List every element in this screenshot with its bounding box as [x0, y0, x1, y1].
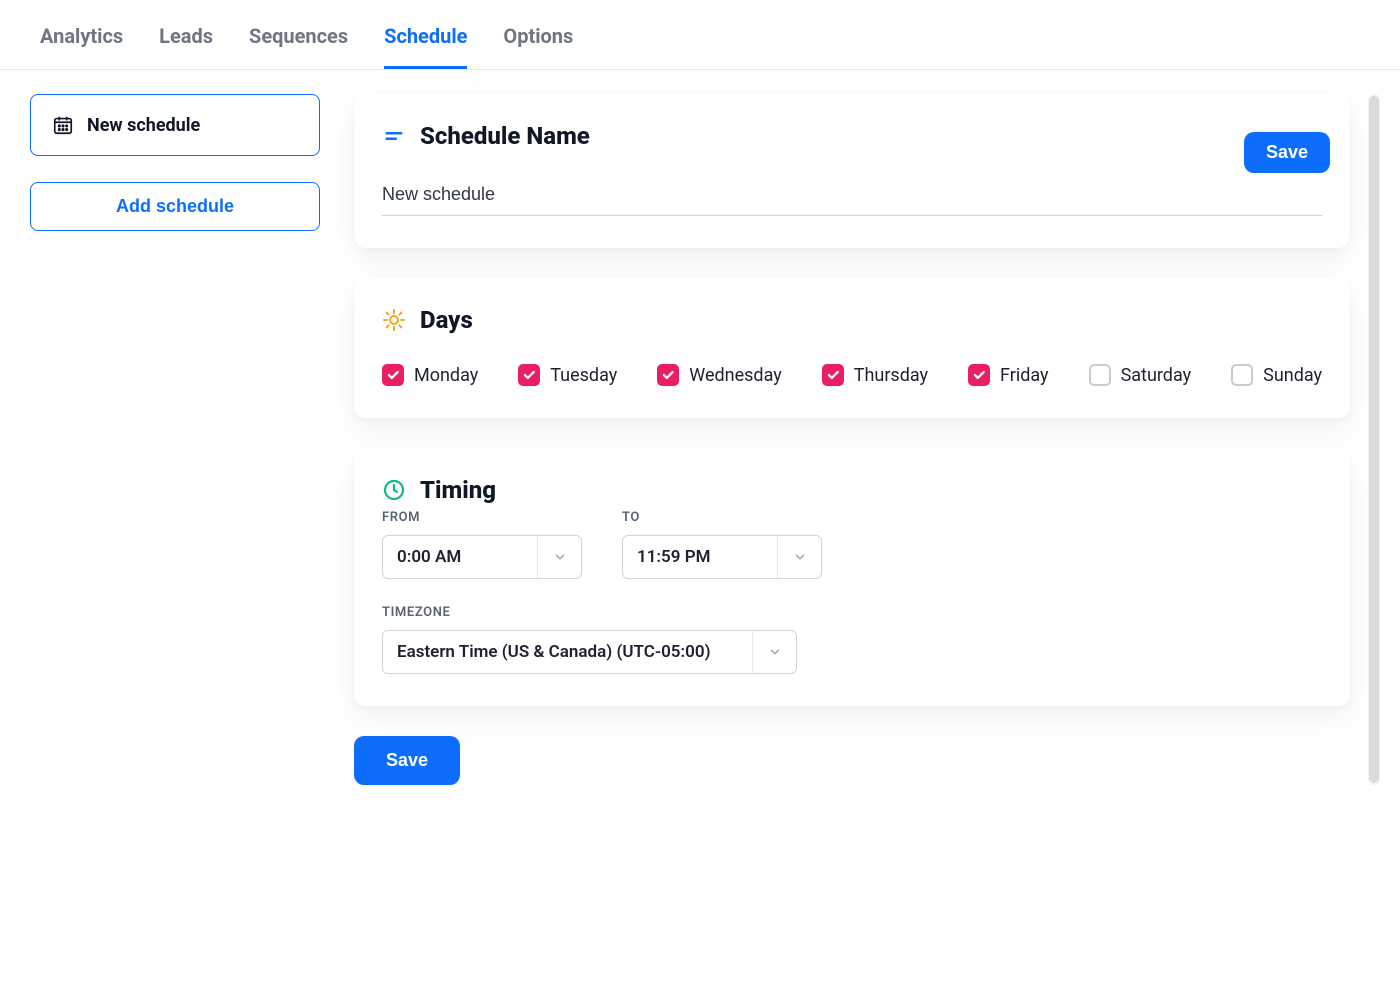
tab-analytics[interactable]: Analytics	[40, 24, 123, 69]
timezone-select[interactable]: Eastern Time (US & Canada) (UTC-05:00)	[382, 630, 797, 674]
scrollbar-thumb[interactable]	[1369, 96, 1379, 783]
to-select[interactable]: 11:59 PM	[622, 535, 822, 579]
day-label: Tuesday	[550, 365, 617, 386]
day-tuesday[interactable]: Tuesday	[518, 364, 617, 386]
day-label: Friday	[1000, 365, 1049, 386]
checkbox-icon	[1089, 364, 1111, 386]
day-wednesday[interactable]: Wednesday	[657, 364, 782, 386]
clock-icon	[382, 478, 406, 502]
add-schedule-button[interactable]: Add schedule	[30, 182, 320, 231]
chevron-down-icon	[752, 631, 796, 673]
schedule-name-input[interactable]	[382, 150, 1322, 216]
to-label: TO	[622, 510, 822, 525]
checkbox-icon	[822, 364, 844, 386]
day-label: Saturday	[1121, 365, 1192, 386]
timing-card: Timing FROM 0:00 AM TO	[354, 448, 1350, 706]
to-value: 11:59 PM	[623, 547, 777, 567]
checkbox-icon	[518, 364, 540, 386]
day-thursday[interactable]: Thursday	[822, 364, 928, 386]
days-card: Days Monday Tuesday	[354, 278, 1350, 418]
main-content: Save Schedule Name	[354, 94, 1350, 785]
days-row: Monday Tuesday Wednesday	[382, 364, 1322, 386]
schedule-name-title: Schedule Name	[420, 122, 590, 150]
day-label: Monday	[414, 365, 478, 386]
day-label: Wednesday	[689, 365, 782, 386]
day-saturday[interactable]: Saturday	[1089, 364, 1192, 386]
from-select[interactable]: 0:00 AM	[382, 535, 582, 579]
day-sunday[interactable]: Sunday	[1231, 364, 1322, 386]
timing-title: Timing	[420, 476, 496, 504]
from-value: 0:00 AM	[383, 547, 537, 567]
sun-icon	[382, 308, 406, 332]
checkbox-icon	[382, 364, 404, 386]
day-monday[interactable]: Monday	[382, 364, 478, 386]
calendar-icon	[51, 113, 75, 137]
timezone-field: TIMEZONE Eastern Time (US & Canada) (UTC…	[382, 605, 1322, 674]
sidebar-schedule-label: New schedule	[87, 115, 200, 136]
tab-sequences[interactable]: Sequences	[249, 24, 348, 69]
scrollbar[interactable]	[1368, 94, 1380, 785]
from-field: FROM 0:00 AM	[382, 510, 582, 579]
save-button[interactable]: Save	[1244, 132, 1330, 173]
timezone-label: TIMEZONE	[382, 605, 1322, 620]
tab-leads[interactable]: Leads	[159, 24, 213, 69]
tab-options[interactable]: Options	[503, 24, 573, 69]
checkbox-icon	[657, 364, 679, 386]
sidebar-schedule-item[interactable]: New schedule	[30, 94, 320, 156]
timezone-value: Eastern Time (US & Canada) (UTC-05:00)	[383, 642, 752, 662]
chevron-down-icon	[777, 536, 821, 578]
day-friday[interactable]: Friday	[968, 364, 1049, 386]
schedule-sidebar: New schedule Add schedule	[30, 94, 320, 785]
checkbox-icon	[1231, 364, 1253, 386]
list-icon	[382, 124, 406, 148]
page-save-button[interactable]: Save	[354, 736, 460, 785]
to-field: TO 11:59 PM	[622, 510, 822, 579]
schedule-name-card: Save Schedule Name	[354, 94, 1350, 248]
checkbox-icon	[968, 364, 990, 386]
day-label: Sunday	[1263, 365, 1322, 386]
chevron-down-icon	[537, 536, 581, 578]
days-title: Days	[420, 306, 473, 334]
top-tabs: Analytics Leads Sequences Schedule Optio…	[0, 0, 1400, 70]
day-label: Thursday	[854, 365, 928, 386]
tab-schedule[interactable]: Schedule	[384, 24, 467, 69]
from-label: FROM	[382, 510, 582, 525]
